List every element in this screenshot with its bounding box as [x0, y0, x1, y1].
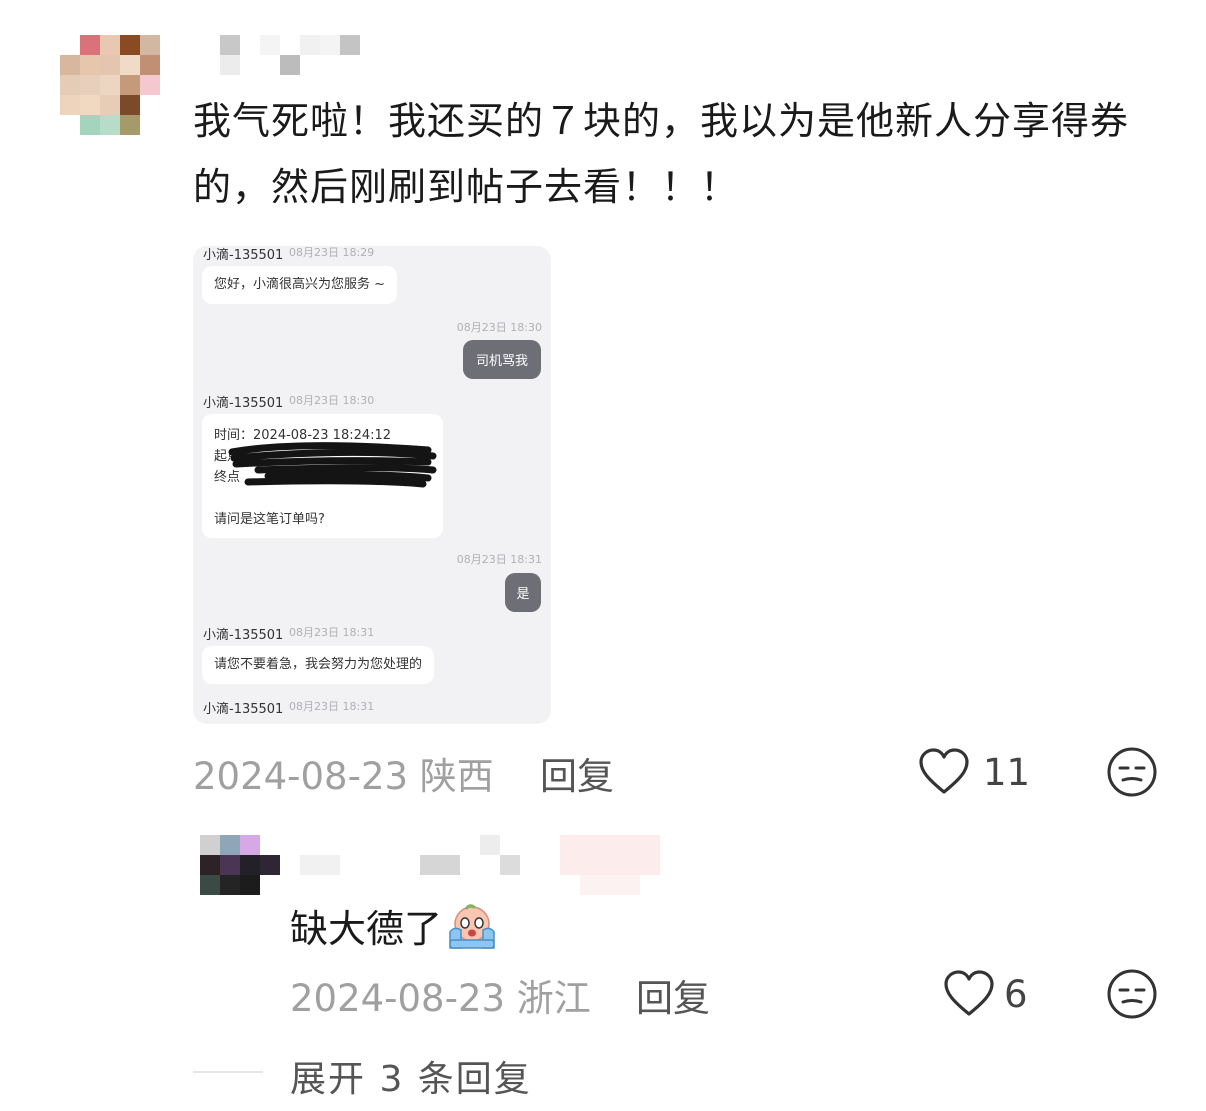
chat-screenshot-image[interactable]: 小滴-135501 08月23日 18:29 您好，小滴很高兴为您服务 ~ 08… [193, 246, 551, 724]
chat-timestamp: 08月23日 18:31 [289, 700, 375, 713]
chat-bubble-agent: 您好，小滴很高兴为您服务 ~ [202, 266, 398, 304]
like-count: 11 [983, 751, 1031, 794]
reply-like-count: 6 [1004, 973, 1028, 1016]
commenter-avatar[interactable] [60, 35, 160, 135]
meh-face-icon [1107, 969, 1157, 1019]
commenter-name[interactable] [220, 35, 360, 75]
chat-agent-name: 小滴-135501 [203, 248, 284, 263]
reply-button[interactable]: 回复 [540, 746, 614, 800]
reply-button[interactable]: 回复 [636, 968, 710, 1022]
chat-timestamp: 08月23日 18:31 [289, 626, 375, 639]
chat-bubble-user: 司机骂我 [463, 340, 541, 379]
reply-date-location: 2024-08-23 浙江 [290, 977, 591, 1020]
expand-replies-button[interactable]: 展开 3 条回复 [290, 1050, 532, 1102]
chat-bubble-user: 是 [505, 573, 541, 612]
reply-author-name[interactable] [300, 835, 660, 895]
heart-icon [944, 970, 994, 1016]
reply-avatar[interactable] [200, 835, 280, 895]
meh-face-icon [1107, 747, 1157, 797]
expand-divider [193, 1071, 263, 1073]
chat-timestamp: 08月23日 18:31 [456, 553, 542, 566]
reply-dislike-button[interactable] [1106, 968, 1158, 1024]
order-question-line: 请问是这笔订单吗? [214, 512, 325, 527]
redaction-scribble [228, 442, 437, 488]
chat-timestamp: 08月23日 18:30 [456, 321, 542, 334]
chat-timestamp: 08月23日 18:30 [289, 394, 375, 407]
chat-bubble-agent: 请您不要着急，我会努力为您处理的 [202, 646, 435, 684]
comment-date-location: 2024-08-23 陕西 [193, 755, 494, 798]
dislike-button[interactable] [1106, 746, 1158, 802]
comment-text: 我气死啦！我还买的７块的，我以为是他新人分享得券的，然后刚刷到帖子去看！！！ [193, 99, 1130, 209]
reply-like-button[interactable] [943, 970, 995, 1022]
like-button[interactable] [918, 748, 970, 800]
heart-icon [919, 748, 969, 794]
crying-emoji-icon [449, 903, 495, 949]
chat-agent-name: 小滴-135501 [203, 702, 284, 717]
chat-bubble-order-info: 时间：2024-08-23 18:24:12 起点 终点 请问是这笔订单吗? [202, 414, 443, 538]
chat-agent-name: 小滴-135501 [203, 628, 284, 643]
chat-agent-name: 小滴-135501 [203, 396, 284, 411]
chat-timestamp: 08月23日 18:29 [289, 246, 375, 259]
reply-text-row: 缺大德了 [290, 898, 500, 953]
reply-text: 缺大德了 [290, 907, 443, 951]
